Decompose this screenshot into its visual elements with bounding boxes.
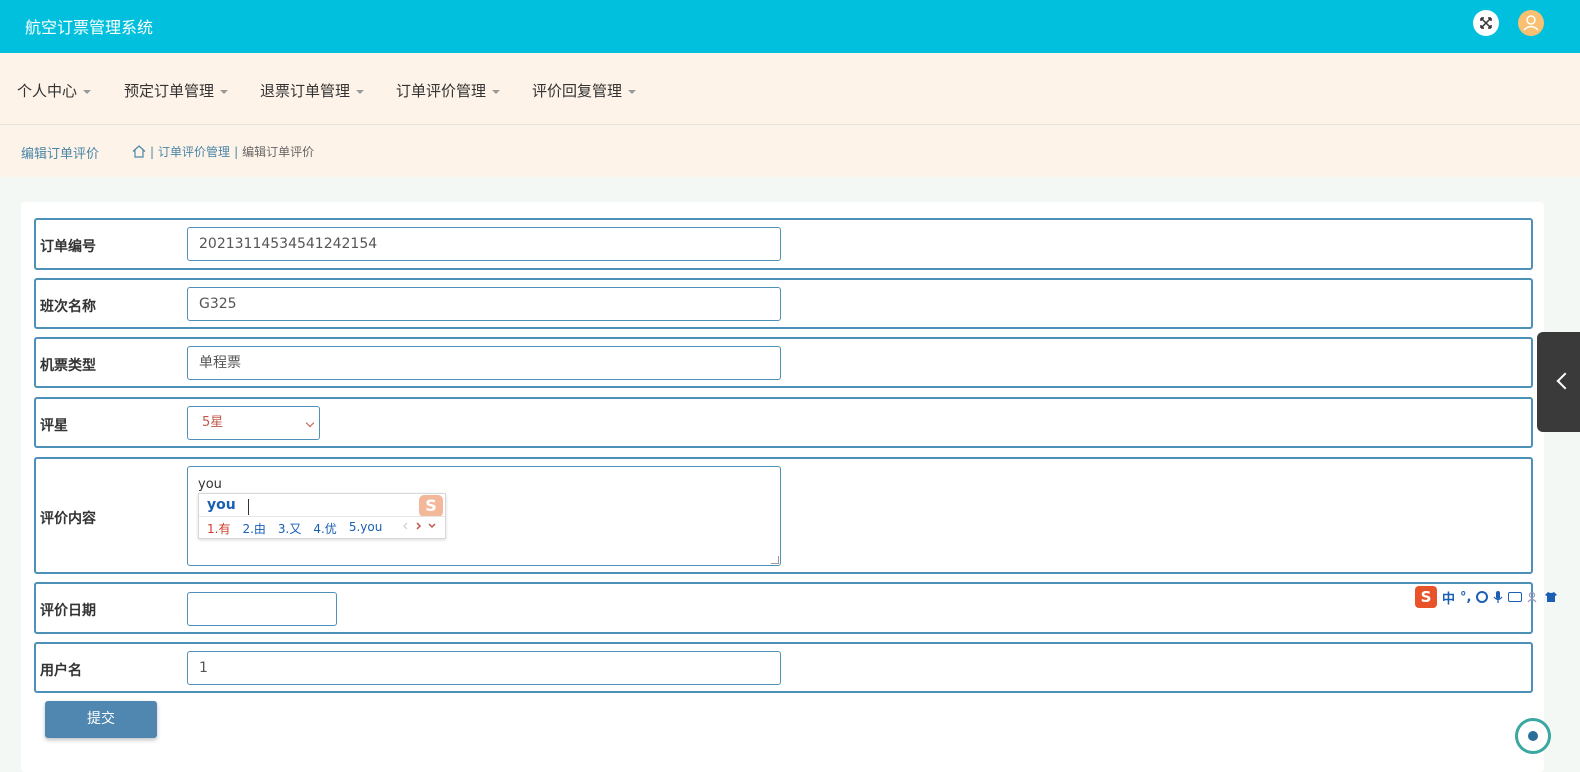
- nav-booking-orders[interactable]: 预定订单管理: [124, 80, 229, 101]
- nav-refund-orders[interactable]: 退票订单管理: [260, 80, 365, 101]
- app-title: 航空订票管理系统: [25, 18, 154, 37]
- floating-helper-button[interactable]: [1515, 718, 1551, 754]
- order-no-label: 订单编号: [40, 239, 96, 255]
- breadcrumb-separator: |: [234, 144, 239, 159]
- ime-mode-toggle[interactable]: 中: [1442, 588, 1455, 607]
- sogou-logo-icon[interactable]: S: [1415, 586, 1437, 608]
- content-label: 评价内容: [40, 511, 96, 527]
- ime-candidate[interactable]: 3.又: [278, 520, 301, 537]
- ticket-type-input[interactable]: 单程票: [187, 346, 781, 380]
- expand-icon: [1480, 17, 1492, 29]
- user-icon: [1523, 15, 1539, 31]
- nav-review-replies[interactable]: 评价回复管理: [532, 80, 637, 101]
- sogou-logo-icon: S: [419, 495, 443, 517]
- text-cursor: [248, 499, 249, 515]
- form-row-order-no: 订单编号 20213114534541242154: [34, 218, 1533, 270]
- ime-candidate[interactable]: 1.有: [207, 520, 230, 537]
- page-title: 编辑订单评价: [21, 147, 100, 162]
- caret-down-icon: [220, 89, 229, 94]
- review-date-label: 评价日期: [40, 603, 96, 619]
- ime-candidate[interactable]: 5.you: [349, 520, 383, 537]
- skin-icon[interactable]: [1544, 591, 1558, 603]
- user-avatar-button[interactable]: [1518, 10, 1544, 36]
- keyboard-icon[interactable]: [1508, 592, 1523, 602]
- ime-candidate[interactable]: 4.优: [313, 520, 336, 537]
- caret-down-icon: [356, 89, 365, 94]
- resize-handle[interactable]: [771, 556, 779, 564]
- chevron-left-right-icon: [403, 522, 436, 530]
- form-row-username: 用户名 1: [34, 642, 1533, 693]
- caret-down-icon: [83, 89, 92, 94]
- caret-down-icon: [492, 89, 501, 94]
- breadcrumb-current: 编辑订单评价: [242, 145, 315, 159]
- ime-candidate-list: 1.有 2.由 3.又 4.优 5.you: [207, 520, 382, 537]
- submit-button[interactable]: 提交: [45, 701, 157, 738]
- ticket-type-label: 机票类型: [40, 358, 96, 374]
- nav-personal-center[interactable]: 个人中心: [17, 80, 92, 101]
- breadcrumb: | 订单评价管理 | 编辑订单评价: [132, 143, 314, 160]
- caret-down-icon: [628, 89, 637, 94]
- chevron-down-icon: [305, 418, 315, 428]
- ime-toolbar: S 中 °,: [1415, 586, 1558, 608]
- side-panel-toggle[interactable]: [1537, 332, 1580, 432]
- ime-punct-toggle[interactable]: °,: [1460, 590, 1471, 605]
- nav-label: 订单评价管理: [396, 82, 487, 100]
- nav-label: 个人中心: [17, 82, 78, 100]
- breadcrumb-bar: 编辑订单评价 | 订单评价管理 | 编辑订单评价: [0, 126, 1580, 177]
- nav-label: 评价回复管理: [532, 82, 623, 100]
- username-input[interactable]: 1: [187, 651, 781, 685]
- content-text: you: [198, 477, 222, 492]
- order-no-input[interactable]: 20213114534541242154: [187, 227, 781, 261]
- user-center-icon[interactable]: [1527, 591, 1539, 603]
- main-nav: 个人中心 预定订单管理 退票订单管理 订单评价管理 评价回复管理: [0, 53, 1580, 125]
- microphone-icon[interactable]: [1493, 590, 1503, 604]
- helper-icon: [1528, 731, 1538, 741]
- rating-label: 评星: [40, 418, 68, 434]
- top-bar: 航空订票管理系统: [0, 0, 1580, 53]
- ime-divider: [199, 516, 445, 517]
- username-label: 用户名: [40, 663, 82, 679]
- flight-name-input[interactable]: G325: [187, 287, 781, 321]
- emoji-icon[interactable]: [1476, 591, 1489, 603]
- fullscreen-button[interactable]: [1473, 10, 1499, 36]
- rating-select[interactable]: 5星: [187, 406, 320, 440]
- review-date-input[interactable]: [187, 592, 337, 626]
- flight-name-label: 班次名称: [40, 299, 96, 315]
- ime-page-arrows[interactable]: [401, 520, 439, 535]
- ime-candidate-window: you S 1.有 2.由 3.又 4.优 5.you: [198, 493, 446, 539]
- ime-candidate[interactable]: 2.由: [242, 520, 265, 537]
- home-icon[interactable]: [132, 145, 146, 158]
- form-row-ticket-type: 机票类型 单程票: [34, 337, 1533, 388]
- nav-label: 预定订单管理: [124, 82, 215, 100]
- breadcrumb-link[interactable]: 订单评价管理: [158, 143, 230, 160]
- ime-composition: you: [207, 497, 236, 513]
- form-row-flight-name: 班次名称 G325: [34, 278, 1533, 329]
- form-row-rating: 评星 5星: [34, 397, 1533, 448]
- chevron-left-icon: [1556, 372, 1574, 390]
- breadcrumb-separator: |: [150, 144, 155, 159]
- form-row-review-date: 评价日期: [34, 582, 1533, 634]
- nav-order-reviews[interactable]: 订单评价管理: [396, 80, 501, 101]
- rating-selected-value: 5星: [202, 415, 224, 430]
- nav-label: 退票订单管理: [260, 82, 351, 100]
